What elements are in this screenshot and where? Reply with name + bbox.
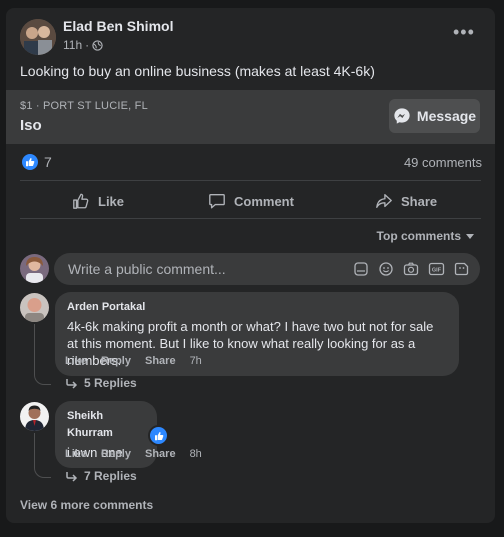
divider — [20, 180, 481, 181]
comment-time[interactable]: 8h — [190, 448, 202, 460]
camera-icon[interactable] — [403, 261, 419, 277]
comment-input[interactable] — [66, 260, 350, 278]
like-button[interactable]: Like — [72, 192, 124, 210]
comment-reply-link[interactable]: Reply — [101, 355, 131, 367]
comment-actions: Like Reply Share 8h — [65, 448, 202, 460]
listing-bar[interactable]: $1 · PORT ST LUCIE, FL Iso Message — [6, 90, 495, 144]
share-button[interactable]: Share — [375, 192, 437, 210]
thread-line — [34, 433, 51, 478]
author-name[interactable]: Elad Ben Shimol — [63, 18, 173, 34]
divider — [20, 218, 481, 219]
gif-icon[interactable]: GIF — [428, 261, 445, 277]
comment-author[interactable]: Arden Portakal — [67, 299, 447, 316]
svg-text:GIF: GIF — [432, 268, 442, 274]
view-replies-link[interactable]: 7 Replies — [65, 469, 137, 483]
comments-count[interactable]: 49 comments — [404, 155, 482, 170]
reaction-summary[interactable]: 7 — [22, 154, 52, 170]
post-meta: 11h · — [63, 38, 103, 52]
comment-like-link[interactable]: Like — [65, 448, 87, 460]
comment-label: Comment — [234, 193, 294, 209]
comment-time[interactable]: 7h — [190, 355, 202, 367]
like-label: Like — [98, 193, 125, 209]
comment-sort-label: Top comments — [376, 229, 461, 243]
messenger-icon — [394, 108, 410, 124]
comment-icon — [209, 194, 225, 209]
replies-count: 5 Replies — [84, 376, 137, 390]
composer-tools: GIF — [353, 261, 470, 277]
comment-author[interactable]: Sheikh Khurram — [67, 408, 145, 442]
comment-avatar[interactable] — [20, 293, 49, 322]
view-more-comments-link[interactable]: View 6 more comments — [20, 498, 153, 512]
emoji-icon[interactable] — [378, 261, 394, 277]
current-user-avatar[interactable] — [20, 254, 49, 283]
reaction-count: 7 — [44, 154, 52, 170]
post-card: Elad Ben Shimol 11h · ••• Looking to buy… — [6, 8, 495, 523]
comment-share-link[interactable]: Share — [145, 448, 176, 460]
sticker-icon[interactable] — [353, 261, 369, 277]
thumbs-up-icon — [73, 193, 89, 209]
comment-composer[interactable]: GIF — [54, 253, 480, 285]
post-time[interactable]: 11h — [63, 38, 82, 52]
comment-like-reaction-icon[interactable] — [148, 425, 169, 446]
comment-reply-link[interactable]: Reply — [101, 448, 131, 460]
reply-arrow-icon — [66, 471, 78, 482]
globe-icon — [92, 39, 103, 51]
post-text: Looking to buy an online business (makes… — [20, 63, 375, 79]
comment-sort-dropdown[interactable]: Top comments — [377, 229, 475, 243]
message-button-label: Message — [416, 108, 477, 124]
more-options-icon[interactable]: ••• — [453, 22, 475, 43]
thread-line — [34, 324, 51, 385]
caret-down-icon — [466, 234, 474, 239]
like-reaction-icon — [22, 154, 38, 170]
replies-count: 7 Replies — [84, 469, 137, 483]
share-label: Share — [401, 193, 438, 209]
view-replies-link[interactable]: 5 Replies — [65, 376, 137, 390]
share-icon — [376, 194, 392, 208]
avatar-sticker-icon[interactable] — [454, 261, 470, 277]
message-button[interactable]: Message — [389, 99, 480, 133]
reply-arrow-icon — [66, 378, 78, 389]
listing-title[interactable]: Iso — [20, 117, 42, 134]
author-avatar[interactable] — [20, 19, 56, 55]
comment-actions: Like Reply Share 7h — [65, 355, 202, 367]
comment-share-link[interactable]: Share — [145, 355, 176, 367]
comment-like-link[interactable]: Like — [65, 355, 87, 367]
comment-button[interactable]: Comment — [208, 192, 294, 210]
comment-avatar[interactable] — [20, 402, 49, 431]
listing-location: $1 · PORT ST LUCIE, FL — [20, 100, 148, 112]
